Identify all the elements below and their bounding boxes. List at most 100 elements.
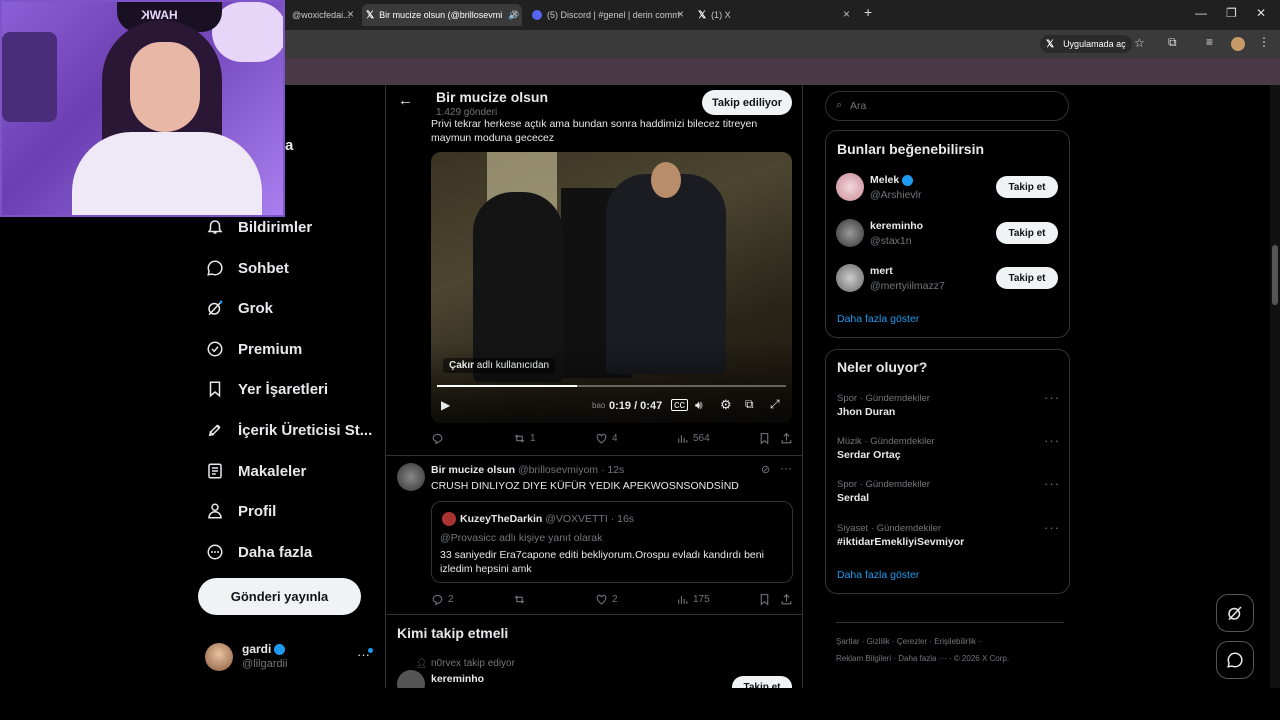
footer-link[interactable]: Şartlar xyxy=(836,637,860,646)
volume-icon[interactable]: 🔊︎ xyxy=(695,398,703,413)
account-handle: @lilgardii xyxy=(242,658,288,670)
post-button[interactable]: Gönderi yayınla xyxy=(198,578,361,615)
tab-label: (5) Discord | #genel | derin comm xyxy=(547,10,680,20)
follow-button[interactable]: Takip et xyxy=(996,176,1058,198)
grok-icon xyxy=(1228,606,1242,621)
tweet-time[interactable]: · 12s xyxy=(601,464,624,476)
sidebar-item-bookmarks[interactable]: Yer İşaretleri xyxy=(206,376,328,402)
settings-icon[interactable]: ⚙ xyxy=(720,397,732,413)
scrollbar[interactable] xyxy=(1270,85,1280,688)
sidebar-item-grok[interactable]: Grok xyxy=(206,295,273,321)
trend-item[interactable]: Siyaset · Gündemdekiler #iktidarEmekliyi… xyxy=(826,520,1069,554)
video-source-label[interactable]: Çakır adlı kullanıcıdan xyxy=(443,358,556,373)
reply-button[interactable] xyxy=(431,432,448,445)
sidebar-item-creator-studio[interactable]: İçerik Üreticisi St... xyxy=(206,417,372,443)
show-more-link[interactable]: Daha fazla göster xyxy=(837,569,919,581)
close-icon[interactable]: × xyxy=(677,7,684,21)
tab-x[interactable]: 𝕏 (1) X × xyxy=(694,4,854,26)
suggested-user-name[interactable]: kereminho xyxy=(431,673,484,685)
sidebar-item-articles[interactable]: Makaleler xyxy=(206,458,306,484)
star-icon[interactable]: ☆ xyxy=(1134,36,1145,50)
user-name[interactable]: mert xyxy=(870,265,893,277)
video-player[interactable]: Çakır adlı kullanıcıdan ▶ bao 0:19 / 0:4… xyxy=(431,152,792,423)
like-button[interactable]: 2 xyxy=(595,593,618,606)
trend-item[interactable]: Spor · Gündemdekiler Jhon Duran ··· xyxy=(826,390,1069,424)
repost-button[interactable] xyxy=(513,593,530,606)
share-button[interactable] xyxy=(780,432,793,445)
show-more-link[interactable]: Daha fazla göster xyxy=(837,313,919,325)
author-name[interactable]: Bir mucize olsun xyxy=(431,464,515,476)
follow-button[interactable]: Takip et xyxy=(996,222,1058,244)
quote-tweet[interactable]: KuzeyTheDarkin @VOXVETTI · 16s @Provasic… xyxy=(431,501,793,583)
account-switcher[interactable]: gardi @lilgardii ··· xyxy=(205,641,375,673)
minimize-icon[interactable]: — xyxy=(1195,6,1207,20)
more-dots-icon[interactable]: ··· xyxy=(780,461,792,475)
footer-link[interactable]: Çerezler xyxy=(897,637,927,646)
bookmark-button[interactable] xyxy=(758,432,771,445)
sidebar-item-profile[interactable]: Profil xyxy=(206,498,276,524)
window-close-icon[interactable]: ✕ xyxy=(1256,6,1266,20)
more-dots-icon[interactable]: ··· xyxy=(1044,390,1060,405)
extensions-icon[interactable]: ⧉ xyxy=(1168,35,1177,50)
follow-button[interactable]: Takip et xyxy=(996,267,1058,289)
tab-woxicfedai[interactable]: @woxicfedai... × xyxy=(288,4,358,26)
open-in-app-button[interactable]: 𝕏 Uygulamada aç xyxy=(1040,35,1132,53)
views-button[interactable]: 564 xyxy=(676,432,710,445)
share-button[interactable] xyxy=(780,593,793,606)
footer-link[interactable]: Reklam Bilgileri xyxy=(836,654,891,663)
messages-floating-button[interactable] xyxy=(1216,641,1254,679)
sidebar-item-more[interactable]: Daha fazla xyxy=(206,539,312,565)
footer-link[interactable]: Erişilebilirlik xyxy=(934,637,976,646)
menu-icon[interactable]: ⋮ xyxy=(1258,35,1270,49)
user-name[interactable]: Melek xyxy=(870,174,899,186)
suggestions-card: Bunları beğenebilirsin Melek @Arshievlr … xyxy=(825,130,1070,338)
scrollbar-thumb[interactable] xyxy=(1272,245,1278,305)
captions-icon[interactable]: cc xyxy=(671,399,688,411)
back-arrow-icon[interactable]: ← xyxy=(398,92,413,109)
close-icon[interactable]: × xyxy=(511,7,518,21)
following-button[interactable]: Takip ediliyor xyxy=(702,90,792,115)
tab-bir-mucize[interactable]: 𝕏 Bir mucize olsun (@brillosevmi 🔊 × xyxy=(362,4,522,26)
avatar[interactable] xyxy=(836,173,864,201)
repost-button[interactable]: 1 xyxy=(513,432,536,445)
user-name[interactable]: kereminho xyxy=(870,220,923,232)
new-tab-icon[interactable]: + xyxy=(864,4,872,20)
sidebar-item-premium[interactable]: Premium xyxy=(206,336,302,362)
footer-link[interactable]: Daha fazla ··· xyxy=(898,654,946,663)
like-button[interactable]: 4 xyxy=(595,432,618,445)
sidebar-item-chat[interactable]: Sohbet xyxy=(206,255,289,281)
avatar[interactable] xyxy=(397,670,425,688)
video-progress-track[interactable] xyxy=(437,385,786,387)
avatar[interactable] xyxy=(397,463,425,491)
user-handle[interactable]: @mertyiilmazz7 xyxy=(870,280,945,292)
sidebar-item-notifications[interactable]: Bildirimler xyxy=(206,214,312,240)
grok-floating-button[interactable] xyxy=(1216,594,1254,632)
close-icon[interactable]: × xyxy=(347,7,354,21)
close-icon[interactable]: × xyxy=(843,7,850,21)
popout-icon[interactable]: ⧉ xyxy=(745,397,754,412)
user-handle[interactable]: @stax1n xyxy=(870,235,912,247)
search-box[interactable]: ⌕ Ara xyxy=(825,91,1069,121)
grok-icon[interactable]: ⊘ xyxy=(761,463,770,476)
reply-button[interactable]: 2 xyxy=(431,593,454,606)
more-dots-icon[interactable]: ··· xyxy=(1044,520,1060,535)
footer-link[interactable]: Gizlilik xyxy=(867,637,890,646)
avatar[interactable] xyxy=(836,219,864,247)
more-dots-icon[interactable]: ··· xyxy=(1044,433,1060,448)
fullscreen-icon[interactable]: ⤢ xyxy=(770,397,780,412)
profile-avatar[interactable] xyxy=(1231,37,1245,51)
search-input[interactable]: Ara xyxy=(850,100,866,112)
tab-discord[interactable]: (5) Discord | #genel | derin comm × xyxy=(528,4,688,26)
trend-item[interactable]: Spor · Gündemdekiler Serdal ··· xyxy=(826,476,1069,510)
author-handle[interactable]: @brillosevmiyom xyxy=(518,464,598,476)
play-icon[interactable]: ▶ xyxy=(441,398,450,412)
follow-button[interactable]: Takip et xyxy=(732,676,792,688)
trend-item[interactable]: Müzik · Gündemdekiler Serdar Ortaç ··· xyxy=(826,433,1069,467)
user-handle[interactable]: @Arshievlr xyxy=(870,189,922,201)
more-dots-icon[interactable]: ··· xyxy=(1044,476,1060,491)
views-button[interactable]: 175 xyxy=(676,593,710,606)
avatar[interactable] xyxy=(836,264,864,292)
bookmark-button[interactable] xyxy=(758,593,771,606)
media-icon[interactable]: ≡ xyxy=(1206,35,1213,49)
maximize-icon[interactable]: ❐ xyxy=(1226,6,1237,20)
